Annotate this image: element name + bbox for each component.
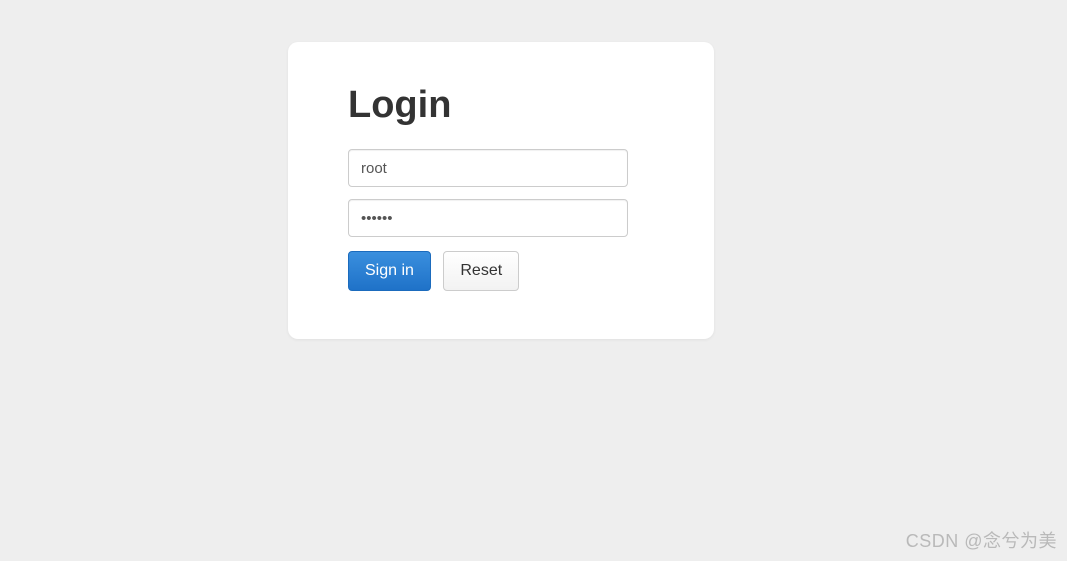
- login-title: Login: [348, 84, 654, 127]
- signin-button[interactable]: Sign in: [348, 251, 431, 291]
- watermark-text: CSDN @念兮为美: [906, 527, 1057, 553]
- username-input[interactable]: [348, 149, 628, 187]
- login-card: Login Sign in Reset: [288, 42, 714, 339]
- password-input[interactable]: [348, 199, 628, 237]
- reset-button[interactable]: Reset: [443, 251, 519, 291]
- button-row: Sign in Reset: [348, 251, 654, 291]
